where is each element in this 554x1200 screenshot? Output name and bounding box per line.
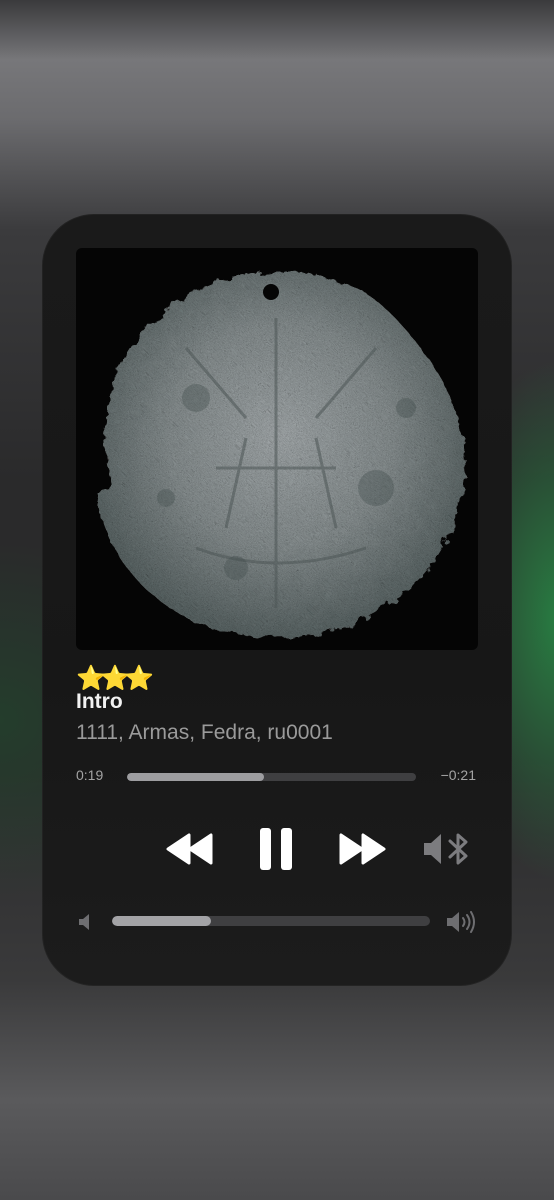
volume-level-fill <box>112 916 211 926</box>
rewind-icon <box>166 833 213 865</box>
pause-button[interactable] <box>256 826 296 872</box>
star-icon: ⭐ <box>124 665 154 692</box>
track-title: Intro <box>76 690 123 713</box>
volume-min-icon <box>79 914 89 930</box>
now-playing-card: ⭐ ⭐ ⭐ Intro 1111, Armas, Fedra, ru0001 0… <box>42 214 512 986</box>
playback-scrubber[interactable] <box>127 773 416 781</box>
album-artwork-coin-image <box>97 271 465 638</box>
album-artwork[interactable] <box>76 248 478 650</box>
fast-forward-icon <box>339 833 386 865</box>
audio-output-button[interactable] <box>422 830 472 868</box>
bluetooth-speaker-icon <box>424 833 468 865</box>
volume-max-icon <box>447 911 475 933</box>
elapsed-time: 0:19 <box>76 767 104 783</box>
fast-forward-button[interactable] <box>338 831 386 867</box>
star-rating: ⭐ ⭐ ⭐ <box>76 665 154 692</box>
star-icon: ⭐ <box>100 665 130 692</box>
playback-progress-fill <box>127 773 265 781</box>
volume-slider[interactable] <box>112 916 430 926</box>
pause-icon <box>260 828 292 870</box>
track-artist: 1111, Armas, Fedra, ru0001 <box>76 721 333 744</box>
rewind-button[interactable] <box>166 831 214 867</box>
remaining-time: −0:21 <box>440 767 476 783</box>
star-icon: ⭐ <box>76 665 106 692</box>
